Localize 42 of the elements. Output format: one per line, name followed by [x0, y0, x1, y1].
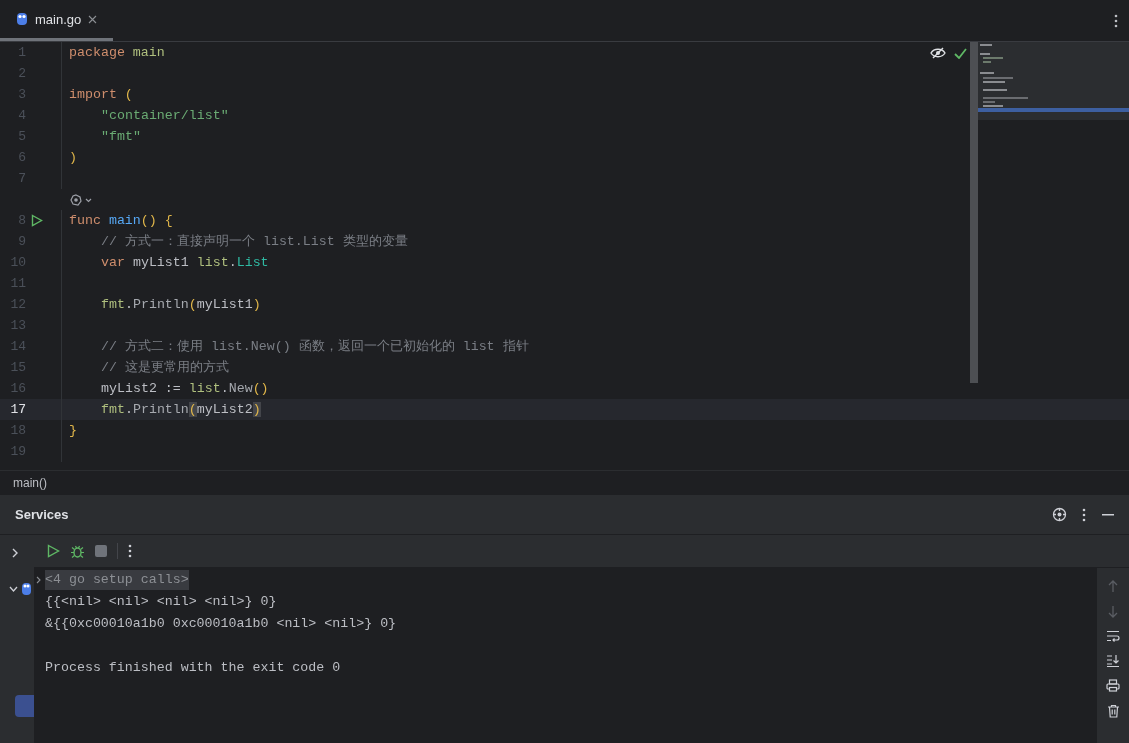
console-output: Process finished with the exit code 0 [45, 659, 341, 678]
chevron-right-icon[interactable] [12, 548, 19, 558]
code-line: var myList1 list.List [101, 253, 269, 272]
soft-wrap-icon[interactable] [1106, 630, 1120, 642]
code-line: myList2 := list.New() [101, 379, 269, 398]
run-icon[interactable] [47, 544, 60, 558]
print-icon[interactable] [1106, 679, 1120, 692]
console-output: &{{0xc00010a1b0 0xc00010a1b0 <nil> <nil>} 0} [45, 615, 397, 634]
check-icon[interactable] [954, 47, 967, 59]
more-options-icon[interactable] [1114, 13, 1118, 28]
close-icon[interactable] [88, 14, 98, 24]
hidden-eye-icon[interactable] [930, 47, 946, 59]
trash-icon[interactable] [1106, 704, 1120, 718]
more-options-icon[interactable] [128, 544, 132, 558]
bug-icon[interactable] [70, 543, 85, 559]
code-line: fmt.Println(myList2) [101, 400, 261, 419]
code-line: "fmt" [101, 127, 141, 146]
gopher-icon [16, 12, 28, 26]
code-line: // 这是更常用的方式 [101, 358, 229, 377]
code-line: package main [69, 43, 165, 62]
code-line: import ( [69, 85, 133, 104]
code-line: "container/list" [101, 106, 229, 125]
scrollbar-thumb[interactable] [970, 42, 978, 383]
run-icon[interactable] [31, 214, 43, 227]
code-line: fmt.Println(myList1) [101, 295, 261, 314]
chevron-down-icon[interactable] [8, 586, 18, 592]
gear-chevron-icon[interactable] [70, 193, 94, 206]
minimize-icon[interactable] [1102, 513, 1114, 516]
code-line: func main() { [69, 211, 173, 230]
panel-title: Services [15, 505, 69, 524]
breadcrumb[interactable]: main() [13, 473, 47, 492]
line-number: 17 [9, 400, 26, 419]
gopher-icon[interactable] [20, 582, 32, 596]
scroll-to-end-icon[interactable] [1106, 654, 1120, 667]
chevron-right-icon[interactable] [36, 576, 41, 584]
console-output: {{<nil> <nil> <nil> <nil>} 0} [45, 593, 277, 612]
more-options-icon[interactable] [1082, 507, 1086, 522]
code-line: } [69, 421, 77, 440]
selected-item-marker[interactable] [15, 695, 34, 717]
crosshair-icon[interactable] [1052, 507, 1067, 522]
code-line: ) [69, 148, 77, 167]
minimap-drawing[interactable] [978, 42, 1129, 120]
